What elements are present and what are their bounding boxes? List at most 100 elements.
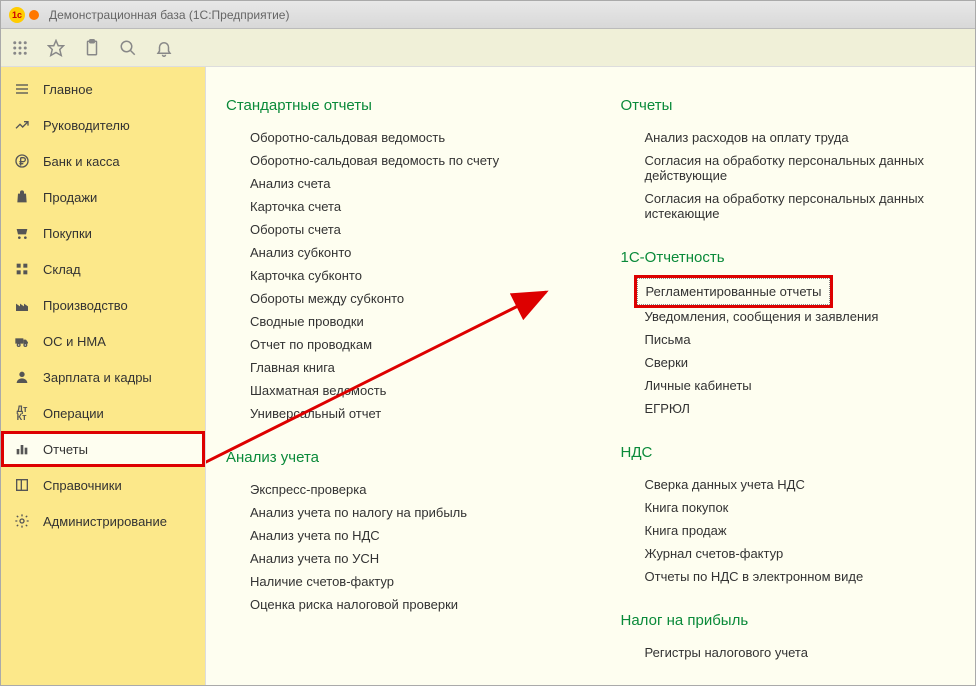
section: НДС Сверка данных учета НДСКнига покупокК… [621, 444, 956, 588]
section-link[interactable]: Анализ счета [226, 172, 561, 195]
section-link[interactable]: Личные кабинеты [621, 374, 956, 397]
warehouse-icon [13, 260, 31, 278]
section-link[interactable]: Анализ субконто [226, 241, 561, 264]
trend-icon [13, 116, 31, 134]
column-0: Стандартные отчеты Оборотно-сальдовая вед… [226, 97, 561, 665]
sidebar-item-warehouse[interactable]: Склад [1, 251, 205, 287]
sidebar-item-book[interactable]: Справочники [1, 467, 205, 503]
gear-icon [13, 512, 31, 530]
section-link[interactable]: Письма [621, 328, 956, 351]
clipboard-icon[interactable] [83, 39, 101, 57]
sidebar-item-label: ОС и НМА [43, 334, 106, 349]
section-title: НДС [621, 444, 956, 461]
section-link[interactable]: Анализ расходов на оплату труда [621, 126, 956, 149]
sidebar-item-truck[interactable]: ОС и НМА [1, 323, 205, 359]
section-link[interactable]: Карточка счета [226, 195, 561, 218]
section-link[interactable]: Сверки [621, 351, 956, 374]
sidebar-item-label: Покупки [43, 226, 92, 241]
section-link[interactable]: Регистры налогового учета [621, 641, 956, 664]
section-link[interactable]: Регламентированные отчеты [637, 278, 831, 305]
sidebar-item-label: Операции [43, 406, 104, 421]
app-window: 1c Демонстрационная база (1С:Предприятие… [0, 0, 976, 686]
section-link[interactable]: Согласия на обработку персональных данны… [621, 187, 956, 225]
section-link[interactable]: Книга продаж [621, 519, 956, 542]
section-link[interactable]: Анализ учета по УСН [226, 547, 561, 570]
section: Анализ учетаЭкспресс-проверкаАнализ учет… [226, 449, 561, 616]
sidebar-item-gear[interactable]: Администрирование [1, 503, 205, 539]
sidebar-item-label: Банк и касса [43, 154, 120, 169]
section-link[interactable]: Главная книга [226, 356, 561, 379]
app-status-icon [29, 10, 39, 20]
sidebar-item-dk[interactable]: ДтКт Операции [1, 395, 205, 431]
star-icon[interactable] [47, 39, 65, 57]
sidebar-item-chart[interactable]: Отчеты [1, 431, 205, 467]
app-logo-icon: 1c [9, 7, 25, 23]
sidebar-item-label: Главное [43, 82, 93, 97]
toolbar [1, 29, 975, 67]
section-link[interactable]: Карточка субконто [226, 264, 561, 287]
sidebar-item-label: Склад [43, 262, 81, 277]
main-panel: Стандартные отчеты Оборотно-сальдовая вед… [206, 67, 975, 685]
section-title: 1С-Отчетность [621, 249, 956, 266]
section-link[interactable]: Оценка риска налоговой проверки [226, 593, 561, 616]
section-link[interactable]: Наличие счетов-фактур [226, 570, 561, 593]
person-icon [13, 368, 31, 386]
sidebar-item-trend[interactable]: Руководителю [1, 107, 205, 143]
window-title: Демонстрационная база (1С:Предприятие) [49, 8, 289, 22]
sidebar-item-bag[interactable]: Продажи [1, 179, 205, 215]
sidebar-item-label: Производство [43, 298, 128, 313]
section-link[interactable]: Шахматная ведомость [226, 379, 561, 402]
section-link[interactable]: Отчет по проводкам [226, 333, 561, 356]
bell-icon[interactable] [155, 39, 173, 57]
sidebar-item-label: Руководителю [43, 118, 130, 133]
section: Стандартные отчеты Оборотно-сальдовая вед… [226, 97, 561, 425]
section: Налог на прибыльРегистры налогового учет… [621, 612, 956, 664]
section-link[interactable]: Сверка данных учета НДС [621, 473, 956, 496]
column-1: ОтчетыАнализ расходов на оплату трудаСог… [621, 97, 956, 665]
section-link[interactable]: Анализ учета по налогу на прибыль [226, 501, 561, 524]
search-icon[interactable] [119, 39, 137, 57]
truck-icon [13, 332, 31, 350]
section-link[interactable]: Анализ учета по НДС [226, 524, 561, 547]
section-link[interactable]: Оборотно-сальдовая ведомость [226, 126, 561, 149]
sidebar-item-label: Отчеты [43, 442, 88, 457]
sidebar-item-menu[interactable]: Главное [1, 71, 205, 107]
sidebar-item-label: Справочники [43, 478, 122, 493]
chart-icon [13, 440, 31, 458]
sidebar-item-cart[interactable]: Покупки [1, 215, 205, 251]
section-link[interactable]: Обороты счета [226, 218, 561, 241]
content-area: Главное Руководителю Банк и касса Продажи По… [1, 67, 975, 685]
section-link[interactable]: ЕГРЮЛ [621, 397, 956, 420]
section-link[interactable]: Обороты между субконто [226, 287, 561, 310]
sidebar-item-person[interactable]: Зарплата и кадры [1, 359, 205, 395]
dk-icon: ДтКт [13, 404, 31, 422]
menu-icon [13, 80, 31, 98]
ruble-icon [13, 152, 31, 170]
sidebar-item-label: Зарплата и кадры [43, 370, 152, 385]
section-link[interactable]: Книга покупок [621, 496, 956, 519]
section-link[interactable]: Универсальный отчет [226, 402, 561, 425]
sidebar-item-label: Администрирование [43, 514, 167, 529]
section: ОтчетыАнализ расходов на оплату трудаСог… [621, 97, 956, 225]
sidebar-item-factory[interactable]: Производство [1, 287, 205, 323]
section-title: Стандартные отчеты [226, 97, 561, 114]
apps-icon[interactable] [11, 39, 29, 57]
section-link[interactable]: Уведомления, сообщения и заявления [621, 305, 956, 328]
sidebar-item-label: Продажи [43, 190, 97, 205]
section-title: Анализ учета [226, 449, 561, 466]
section-link[interactable]: Оборотно-сальдовая ведомость по счету [226, 149, 561, 172]
cart-icon [13, 224, 31, 242]
section: 1С-Отчетность Регламентированные отчетыУв… [621, 249, 956, 420]
sidebar: Главное Руководителю Банк и касса Продажи По… [1, 67, 206, 685]
titlebar: 1c Демонстрационная база (1С:Предприятие… [1, 1, 975, 29]
section-link[interactable]: Отчеты по НДС в электронном виде [621, 565, 956, 588]
book-icon [13, 476, 31, 494]
section-link[interactable]: Сводные проводки [226, 310, 561, 333]
section-link[interactable]: Согласия на обработку персональных данны… [621, 149, 956, 187]
factory-icon [13, 296, 31, 314]
bag-icon [13, 188, 31, 206]
section-link[interactable]: Экспресс-проверка [226, 478, 561, 501]
sidebar-item-ruble[interactable]: Банк и касса [1, 143, 205, 179]
section-link[interactable]: Журнал счетов-фактур [621, 542, 956, 565]
section-title: Отчеты [621, 97, 956, 114]
